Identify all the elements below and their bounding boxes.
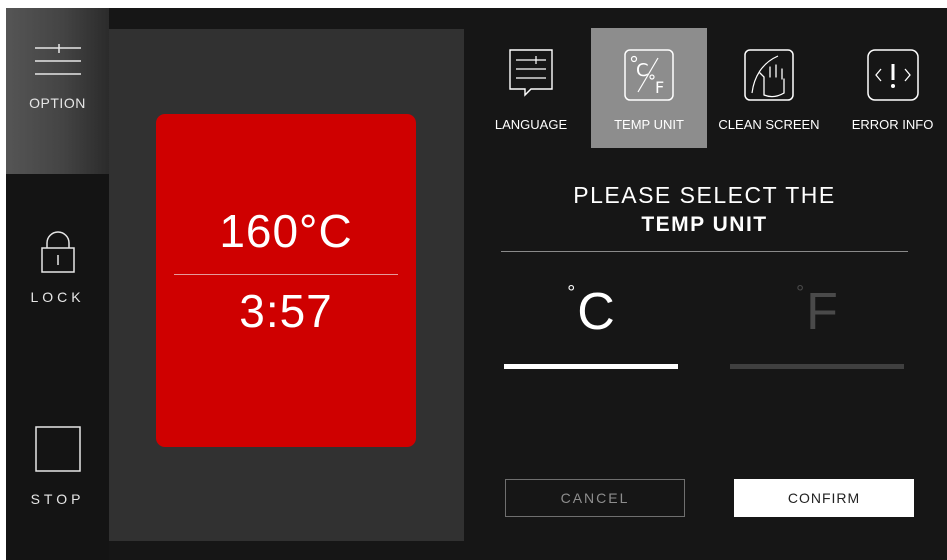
confirm-button[interactable]: CONFIRM: [734, 479, 914, 517]
stop-square-icon: [34, 426, 81, 477]
option-label: OPTION: [29, 95, 86, 111]
error-info-icon: [866, 49, 919, 107]
tab-clean-screen[interactable]: CLEAN SCREEN: [711, 28, 827, 148]
cooking-status-panel: 160°C 3:57: [109, 29, 464, 541]
side-rail: OPTION LOCK STOP: [6, 8, 109, 560]
celsius-symbol: ° C: [504, 276, 678, 364]
temperature-readout: 160°C: [219, 205, 353, 257]
option-sliders-icon: [34, 44, 81, 83]
tab-language-label: LANGUAGE: [494, 117, 568, 132]
lock-button[interactable]: LOCK: [6, 230, 109, 330]
stop-label: STOP: [30, 491, 85, 507]
fahrenheit-degree-mark: °: [796, 282, 805, 304]
oven-screen: OPTION LOCK STOP 160°C 3:57 LANGUAGE C F…: [6, 8, 947, 560]
celsius-selected-underline: [504, 364, 678, 369]
svg-text:F: F: [655, 78, 664, 97]
celsius-letter: C: [577, 283, 615, 341]
celsius-option[interactable]: ° C: [504, 276, 678, 372]
prompt-title: PLEASE SELECT THE: [573, 182, 836, 208]
clean-screen-icon: [744, 49, 794, 107]
tab-temp-unit-label: TEMP UNIT: [614, 117, 684, 132]
tab-temp-unit[interactable]: C F TEMP UNIT: [591, 28, 707, 148]
fahrenheit-underline: [730, 364, 904, 369]
timer-readout: 3:57: [239, 285, 333, 337]
stop-button[interactable]: STOP: [6, 426, 109, 516]
tab-error-info[interactable]: ERROR INFO: [838, 28, 947, 148]
lock-label: LOCK: [30, 289, 85, 305]
cancel-button[interactable]: CANCEL: [505, 479, 685, 517]
tab-error-info-label: ERROR INFO: [851, 117, 934, 132]
temp-unit-icon: C F: [624, 49, 674, 107]
fahrenheit-symbol: ° F: [730, 276, 904, 364]
tab-language[interactable]: LANGUAGE: [478, 28, 584, 148]
fahrenheit-option[interactable]: ° F: [730, 276, 904, 372]
cooking-status-card[interactable]: 160°C 3:57: [156, 114, 416, 447]
prompt-subject: TEMP UNIT: [641, 213, 768, 236]
fahrenheit-letter: F: [806, 283, 838, 341]
option-button[interactable]: OPTION: [6, 8, 109, 174]
card-divider: [174, 274, 398, 275]
language-icon: [509, 49, 553, 107]
lock-icon: [40, 230, 75, 279]
celsius-degree-mark: °: [567, 282, 576, 304]
tab-clean-screen-label: CLEAN SCREEN: [718, 117, 820, 132]
prompt-divider: [501, 251, 908, 252]
